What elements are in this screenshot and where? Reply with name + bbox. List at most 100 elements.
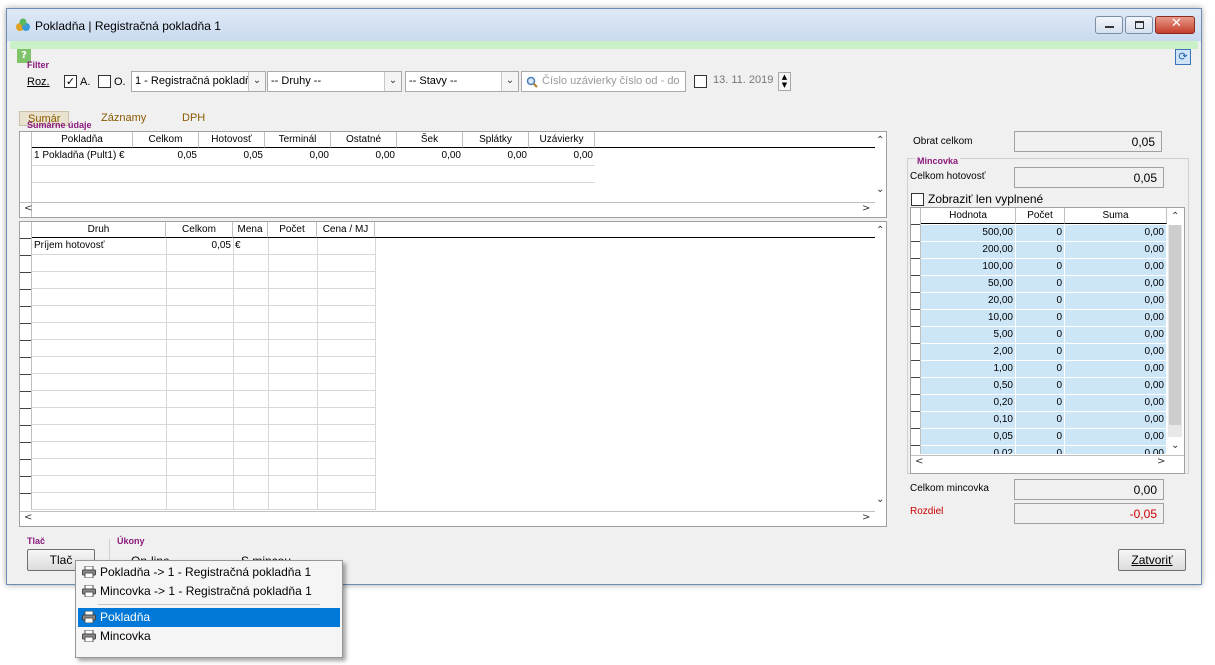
printer-icon — [82, 585, 96, 597]
date-checkbox[interactable] — [694, 75, 707, 88]
celkom-hotovost-value: 0,05 — [1014, 167, 1164, 188]
col-cena-mj[interactable]: Cena / MJ — [317, 222, 375, 238]
table-row[interactable]: 5,00 0 0,00 — [921, 327, 1167, 344]
cell-hodnota: 10,00 — [987, 312, 1013, 323]
pokladna-select[interactable]: 1 - Registračná pokladň ⌄ — [131, 71, 266, 92]
col-pocet[interactable]: Počet — [1016, 208, 1065, 224]
coin-table: Hodnota Počet Suma 500,00 0 0,00 200,00 0 0,0… — [910, 207, 1185, 474]
cell-suma: 0,00 — [1144, 448, 1164, 454]
print-context-menu: Pokladňa -> 1 - Registračná pokladňa 1 M… — [75, 560, 343, 658]
cell-pocet: 0 — [1056, 227, 1062, 238]
scroll-up-icon[interactable]: ⌃ — [876, 225, 884, 236]
cell-hotovost: 0,05 — [243, 150, 263, 161]
table-row[interactable]: 0,20 0 0,00 — [921, 395, 1167, 412]
cell-pocet: 0 — [1056, 346, 1062, 357]
maximize-icon — [1135, 21, 1144, 29]
col-terminal[interactable]: Terminál — [265, 132, 331, 148]
search-input[interactable]: Číslo uzávierky číslo od - do — [521, 71, 686, 92]
zobrazit-checkbox[interactable] — [911, 193, 924, 206]
tab-dph[interactable]: DPH — [174, 111, 213, 126]
stavy-select[interactable]: -- Stavy -- ⌄ — [405, 71, 519, 92]
menu-item-label: Mincovka -> 1 - Registračná pokladňa 1 — [100, 584, 312, 598]
scroll-right-icon[interactable]: > — [1157, 456, 1165, 467]
scroll-down-icon[interactable]: ⌄ — [876, 184, 884, 195]
cell-suma: 0,00 — [1144, 346, 1164, 357]
table-row[interactable]: 20,00 0 0,00 — [921, 293, 1167, 310]
col-splatky[interactable]: Splátky — [463, 132, 529, 148]
o-checkbox[interactable] — [98, 75, 111, 88]
table-row[interactable]: 2,00 0 0,00 — [921, 344, 1167, 361]
col-uzavierky[interactable]: Uzávierky — [529, 132, 595, 148]
table-row[interactable]: 0,02 0 0,00 — [921, 446, 1167, 454]
col-druh[interactable]: Druh — [32, 222, 166, 238]
table-row[interactable]: 0,10 0 0,00 — [921, 412, 1167, 429]
filter-group-label: Filter — [27, 60, 50, 70]
table-row[interactable]: 1,00 0 0,00 — [921, 361, 1167, 378]
scroll-down-icon[interactable]: ⌄ — [1171, 440, 1179, 451]
col-mena[interactable]: Mena — [233, 222, 268, 238]
table-row[interactable]: 0,05 0 0,00 — [921, 429, 1167, 446]
cell-hodnota: 200,00 — [982, 244, 1013, 255]
cell-mena: € — [235, 240, 241, 251]
col-celkom[interactable]: Celkom — [133, 132, 199, 148]
druhy-select[interactable]: -- Druhy -- ⌄ — [267, 71, 402, 92]
menu-item-mincovka-pokladna1[interactable]: Mincovka -> 1 - Registračná pokladňa 1 — [78, 582, 340, 601]
scroll-up-icon[interactable]: ⌃ — [876, 135, 884, 146]
table-row[interactable]: Príjem hotovosť 0,05 € — [20, 238, 375, 254]
close-window-button[interactable]: ✕ — [1155, 16, 1195, 34]
maximize-button[interactable] — [1125, 16, 1153, 34]
col-sek[interactable]: Šek — [397, 132, 463, 148]
col-celkom[interactable]: Celkom — [166, 222, 233, 238]
cell-suma: 0,00 — [1144, 329, 1164, 340]
a-checkbox[interactable]: ✓ — [64, 75, 77, 88]
main-window: Pokladňa | Registračná pokladňa 1 ✕ ? ⟳ … — [6, 8, 1202, 585]
roz-label[interactable]: Roz. — [27, 76, 50, 88]
scroll-down-icon[interactable]: ⌄ — [876, 494, 884, 505]
scrollbar-thumb[interactable] — [1169, 225, 1181, 425]
table-row[interactable]: 200,00 0 0,00 — [921, 242, 1167, 259]
scroll-left-icon[interactable]: < — [24, 512, 32, 523]
table-row[interactable]: 0,50 0 0,00 — [921, 378, 1167, 395]
col-hodnota[interactable]: Hodnota — [921, 208, 1016, 224]
zatvorit-button[interactable]: Zatvoriť — [1118, 549, 1186, 571]
celkom-mincovka-label: Celkom mincovka — [910, 483, 989, 494]
table-row[interactable]: 50,00 0 0,00 — [921, 276, 1167, 293]
chevron-down-icon[interactable]: ⌄ — [384, 72, 401, 91]
scroll-left-icon[interactable]: < — [24, 203, 32, 214]
scroll-right-icon[interactable]: > — [862, 203, 870, 214]
col-pocet[interactable]: Počet — [268, 222, 317, 238]
refresh-icon[interactable]: ⟳ — [1175, 49, 1191, 65]
cell-suma: 0,00 — [1144, 227, 1164, 238]
cell-pocet: 0 — [1056, 329, 1062, 340]
col-pokladna[interactable]: Pokladňa — [32, 132, 133, 148]
table-row[interactable]: 10,00 0 0,00 — [921, 310, 1167, 327]
menu-item-pokladna[interactable]: Pokladňa — [78, 608, 340, 627]
menu-item-mincovka[interactable]: Mincovka — [78, 627, 340, 646]
chevron-down-icon[interactable]: ⌄ — [501, 72, 518, 91]
cell-celkom: 0,05 — [211, 240, 231, 251]
table-row[interactable]: 1 Pokladňa (Pult1) € 0,05 0,05 0,00 0,00… — [20, 148, 875, 200]
cell-hodnota: 50,00 — [987, 278, 1013, 289]
scroll-right-icon[interactable]: > — [862, 512, 870, 523]
date-spinner[interactable]: ▲ ▼ — [778, 72, 791, 91]
menu-separator — [98, 604, 320, 605]
minimize-button[interactable] — [1095, 16, 1123, 34]
tab-zaznamy[interactable]: Záznamy — [93, 111, 154, 126]
col-hotovost[interactable]: Hotovosť — [199, 132, 265, 148]
menu-item-pokladna-pokladna1[interactable]: Pokladňa -> 1 - Registračná pokladňa 1 — [78, 563, 340, 582]
chevron-down-icon[interactable]: ⌄ — [248, 72, 265, 91]
summary-table: Pokladňa Celkom Hotovosť Terminál Ostatn… — [19, 131, 887, 218]
cell-suma: 0,00 — [1144, 414, 1164, 425]
scroll-up-icon[interactable]: ⌃ — [1171, 211, 1179, 222]
druh-table: Druh Celkom Mena Počet Cena / MJ Príjem … — [19, 221, 887, 527]
col-ostatne[interactable]: Ostatné — [331, 132, 397, 148]
ukony-group-label: Úkony — [117, 536, 145, 546]
table-row[interactable]: 500,00 0 0,00 — [921, 225, 1167, 242]
scroll-left-icon[interactable]: < — [915, 456, 923, 467]
vertical-scrollbar[interactable] — [1168, 225, 1182, 437]
obrat-label: Obrat celkom — [913, 136, 973, 147]
cell-suma: 0,00 — [1144, 431, 1164, 442]
date-value[interactable]: 13. 11. 2019 — [713, 74, 773, 86]
table-row[interactable]: 100,00 0 0,00 — [921, 259, 1167, 276]
col-suma[interactable]: Suma — [1065, 208, 1167, 224]
